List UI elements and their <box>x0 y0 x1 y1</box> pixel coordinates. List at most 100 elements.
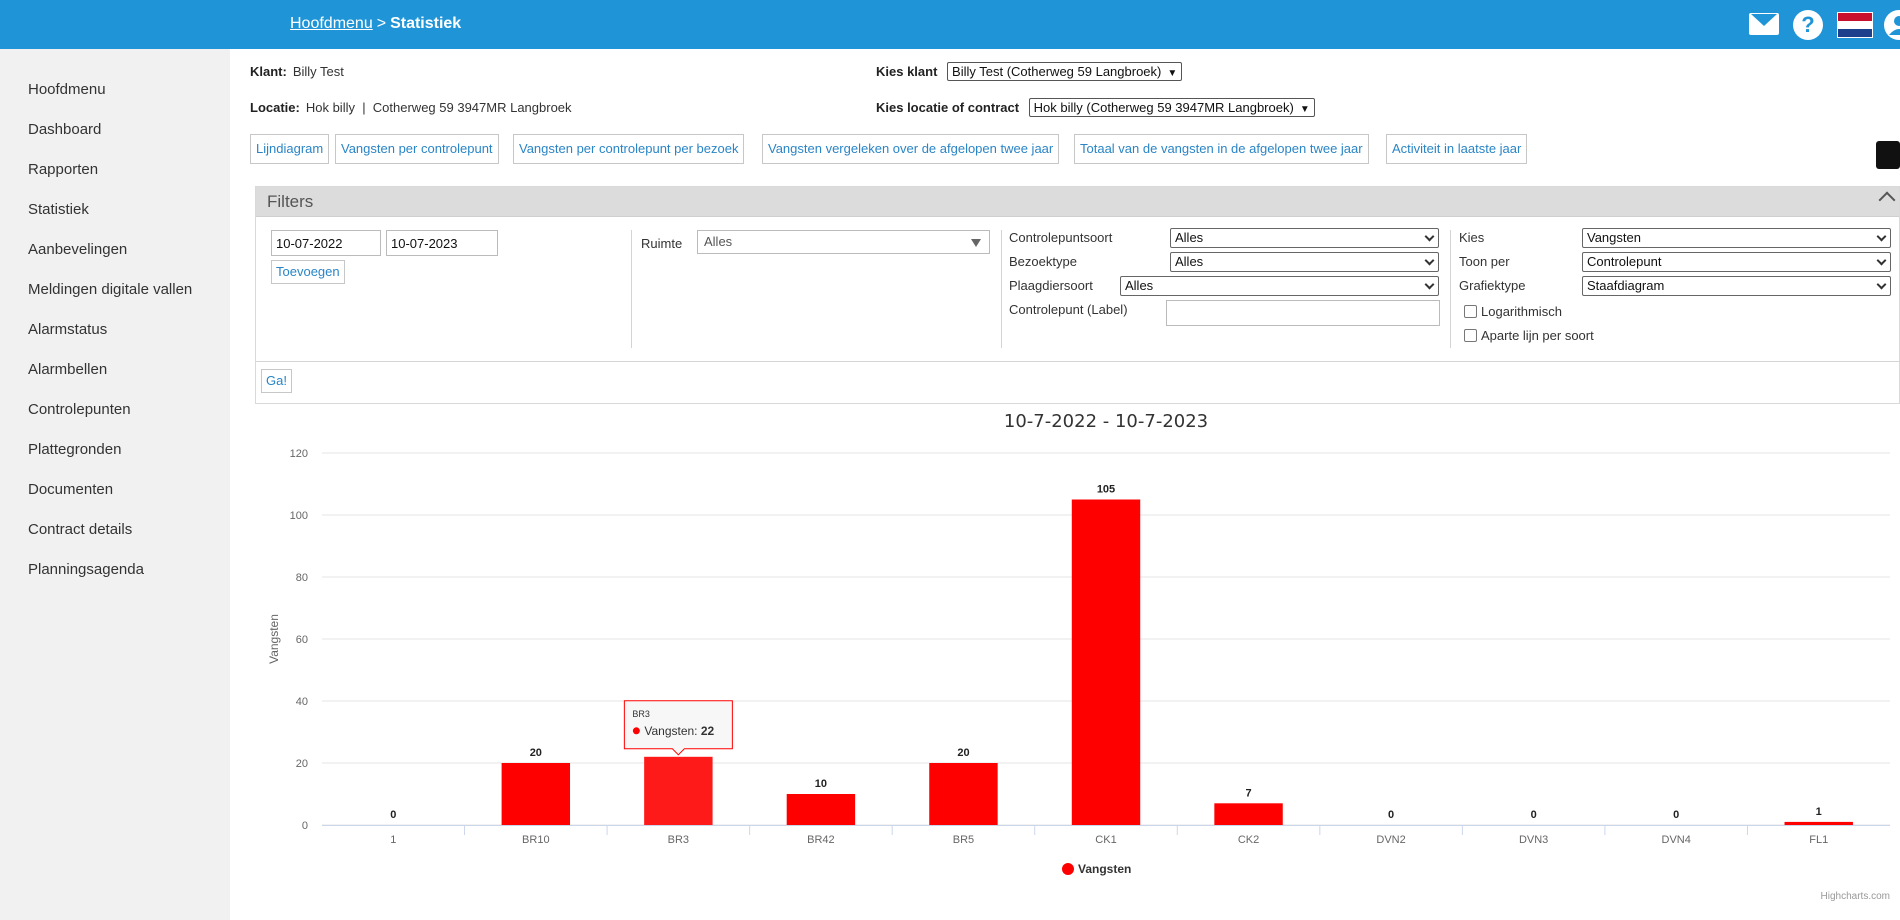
grafiektype-value: Staafdiagram <box>1587 278 1665 293</box>
chart-title: 10-7-2022 - 10-7-2023 <box>1004 411 1208 432</box>
klant-value: Billy Test <box>292 64 344 79</box>
x-tick-label: BR10 <box>522 834 550 846</box>
filters-header[interactable]: Filters <box>256 187 1899 217</box>
sidebar-item-hoofdmenu[interactable]: Hoofdmenu <box>0 80 230 120</box>
sidebar-item-plattegronden[interactable]: Plattegronden <box>0 440 230 480</box>
kies-klant-row: Kies klant Billy Test (Cotherweg 59 Lang… <box>876 62 1183 81</box>
plaagdiersoort-value: Alles <box>1125 278 1154 293</box>
filters-panel: Filters 10-07-2022 10-07-2023 Toevoegen … <box>255 186 1900 404</box>
date-to-input[interactable]: 10-07-2023 <box>386 230 498 256</box>
triangle-down-icon <box>971 239 981 247</box>
x-tick-label: CK2 <box>1238 834 1259 846</box>
chart-credits[interactable]: Highcharts.com <box>1821 891 1890 902</box>
sidebar-item-controlepunten[interactable]: Controlepunten <box>0 400 230 440</box>
breadcrumb-separator: > <box>376 15 387 32</box>
tooltip-text: Vangsten: 22 <box>644 724 714 738</box>
controlepuntsoort-label: Controlepuntsoort <box>1009 230 1113 245</box>
kies-klant-value: Billy Test (Cotherweg 59 Langbroek) <box>952 64 1162 79</box>
help-icon[interactable]: ? <box>1793 10 1823 40</box>
go-button[interactable]: Ga! <box>261 369 292 393</box>
flag-nl-icon[interactable] <box>1837 12 1873 38</box>
plaagdiersoort-label: Plaagdiersoort <box>1009 278 1093 293</box>
y-tick-label: 20 <box>296 758 308 770</box>
mail-icon[interactable] <box>1749 13 1779 35</box>
sidebar-item-rapporten[interactable]: Rapporten <box>0 160 230 200</box>
bar <box>1214 803 1283 825</box>
kies-label: Kies <box>1459 230 1485 245</box>
toon-per-select[interactable]: Controlepunt <box>1582 252 1891 272</box>
chevron-up-icon[interactable] <box>1878 191 1896 209</box>
chevron-down-icon <box>1876 279 1887 290</box>
aparte-lijn-checkbox[interactable]: Aparte lijn per soort <box>1464 328 1594 343</box>
sidebar-item-statistiek[interactable]: Statistiek <box>0 200 230 240</box>
add-date-button[interactable]: Toevoegen <box>271 260 345 284</box>
breadcrumb-home-link[interactable]: Hoofdmenu <box>290 15 373 32</box>
chevron-down-icon <box>1424 255 1435 266</box>
toon-per-label: Toon per <box>1459 254 1510 269</box>
kies-klant-select[interactable]: Billy Test (Cotherweg 59 Langbroek) ▼ <box>947 62 1183 81</box>
breadcrumb: Hoofdmenu > Statistiek <box>290 15 461 33</box>
bar <box>929 763 998 825</box>
data-label: 20 <box>530 747 542 759</box>
filter-divider <box>1001 230 1002 348</box>
data-label: 105 <box>1097 484 1115 496</box>
legend-marker <box>1062 863 1074 875</box>
klant-info: Klant: Billy Test <box>250 64 344 79</box>
kies-value: Vangsten <box>1587 230 1641 245</box>
plaagdiersoort-select[interactable]: Alles <box>1120 276 1439 296</box>
tab-lijndiagram[interactable]: Lijndiagram <box>250 134 330 164</box>
grafiektype-select[interactable]: Staafdiagram <box>1582 276 1891 296</box>
tab-activiteit[interactable]: Activiteit in laatste jaar <box>1386 134 1528 164</box>
printer-icon[interactable] <box>1876 141 1900 169</box>
kies-select[interactable]: Vangsten <box>1582 228 1891 248</box>
x-tick-label: BR42 <box>807 834 835 846</box>
y-tick-label: 120 <box>290 448 308 460</box>
x-tick-label: FL1 <box>1809 834 1828 846</box>
bar-chart: 10-7-2022 - 10-7-2023020406080100120Vang… <box>267 411 1890 876</box>
data-label: 1 <box>1816 806 1822 818</box>
user-icon[interactable] <box>1882 8 1900 42</box>
tab-vangsten-vergeleken[interactable]: Vangsten vergeleken over de afgelopen tw… <box>762 134 1060 164</box>
sidebar-item-alarmbellen[interactable]: Alarmbellen <box>0 360 230 400</box>
bezoektype-select[interactable]: Alles <box>1170 252 1439 272</box>
ruimte-label: Ruimte <box>641 236 683 251</box>
date-from-input[interactable]: 10-07-2022 <box>271 230 381 256</box>
bar <box>501 763 571 825</box>
controlepuntsoort-value: Alles <box>1175 230 1204 245</box>
chevron-down-icon <box>1876 255 1887 266</box>
y-tick-label: 100 <box>290 510 308 522</box>
bar <box>1784 821 1853 825</box>
sidebar-item-contract-details[interactable]: Contract details <box>0 520 230 560</box>
kies-locatie-select[interactable]: Hok billy (Cotherweg 59 3947MR Langbroek… <box>1028 98 1315 117</box>
sidebar-item-alarmstatus[interactable]: Alarmstatus <box>0 320 230 360</box>
controlepuntsoort-select[interactable]: Alles <box>1170 228 1439 248</box>
x-tick-label: DVN2 <box>1376 834 1405 846</box>
chevron-down-icon <box>1876 231 1887 242</box>
checkbox-box[interactable] <box>1464 305 1477 318</box>
sidebar-item-planningsagenda[interactable]: Planningsagenda <box>0 560 230 600</box>
checkbox-box[interactable] <box>1464 329 1477 342</box>
chevron-down-icon: ▼ <box>1299 104 1310 115</box>
locatie-label: Locatie: <box>250 100 300 115</box>
x-tick-label: DVN4 <box>1662 834 1691 846</box>
toon-per-value: Controlepunt <box>1587 254 1662 269</box>
data-label: 0 <box>1388 809 1394 821</box>
ruimte-select[interactable]: Alles <box>697 230 990 254</box>
logarithmisch-checkbox[interactable]: Logarithmisch <box>1464 304 1562 319</box>
sidebar-item-documenten[interactable]: Documenten <box>0 480 230 520</box>
bar <box>1071 499 1141 825</box>
y-tick-label: 0 <box>302 820 308 832</box>
tab-vangsten-per-bezoek[interactable]: Vangsten per controlepunt per bezoek <box>513 134 745 164</box>
sidebar-item-meldingen-digitale-vallen[interactable]: Meldingen digitale vallen <box>0 280 230 320</box>
sidebar-item-dashboard[interactable]: Dashboard <box>0 120 230 160</box>
tab-totaal-vangsten[interactable]: Totaal van de vangsten in de afgelopen t… <box>1074 134 1369 164</box>
aparte-lijn-label: Aparte lijn per soort <box>1481 328 1594 343</box>
filter-divider <box>1450 230 1451 348</box>
legend-label: Vangsten <box>1078 862 1131 876</box>
sidebar-item-aanbevelingen[interactable]: Aanbevelingen <box>0 240 230 280</box>
tab-vangsten-per-controlepunt[interactable]: Vangsten per controlepunt <box>335 134 499 164</box>
logarithmisch-label: Logarithmisch <box>1481 304 1562 319</box>
y-tick-label: 40 <box>296 696 308 708</box>
controlepunt-input[interactable] <box>1166 300 1440 326</box>
bezoektype-value: Alles <box>1175 254 1204 269</box>
